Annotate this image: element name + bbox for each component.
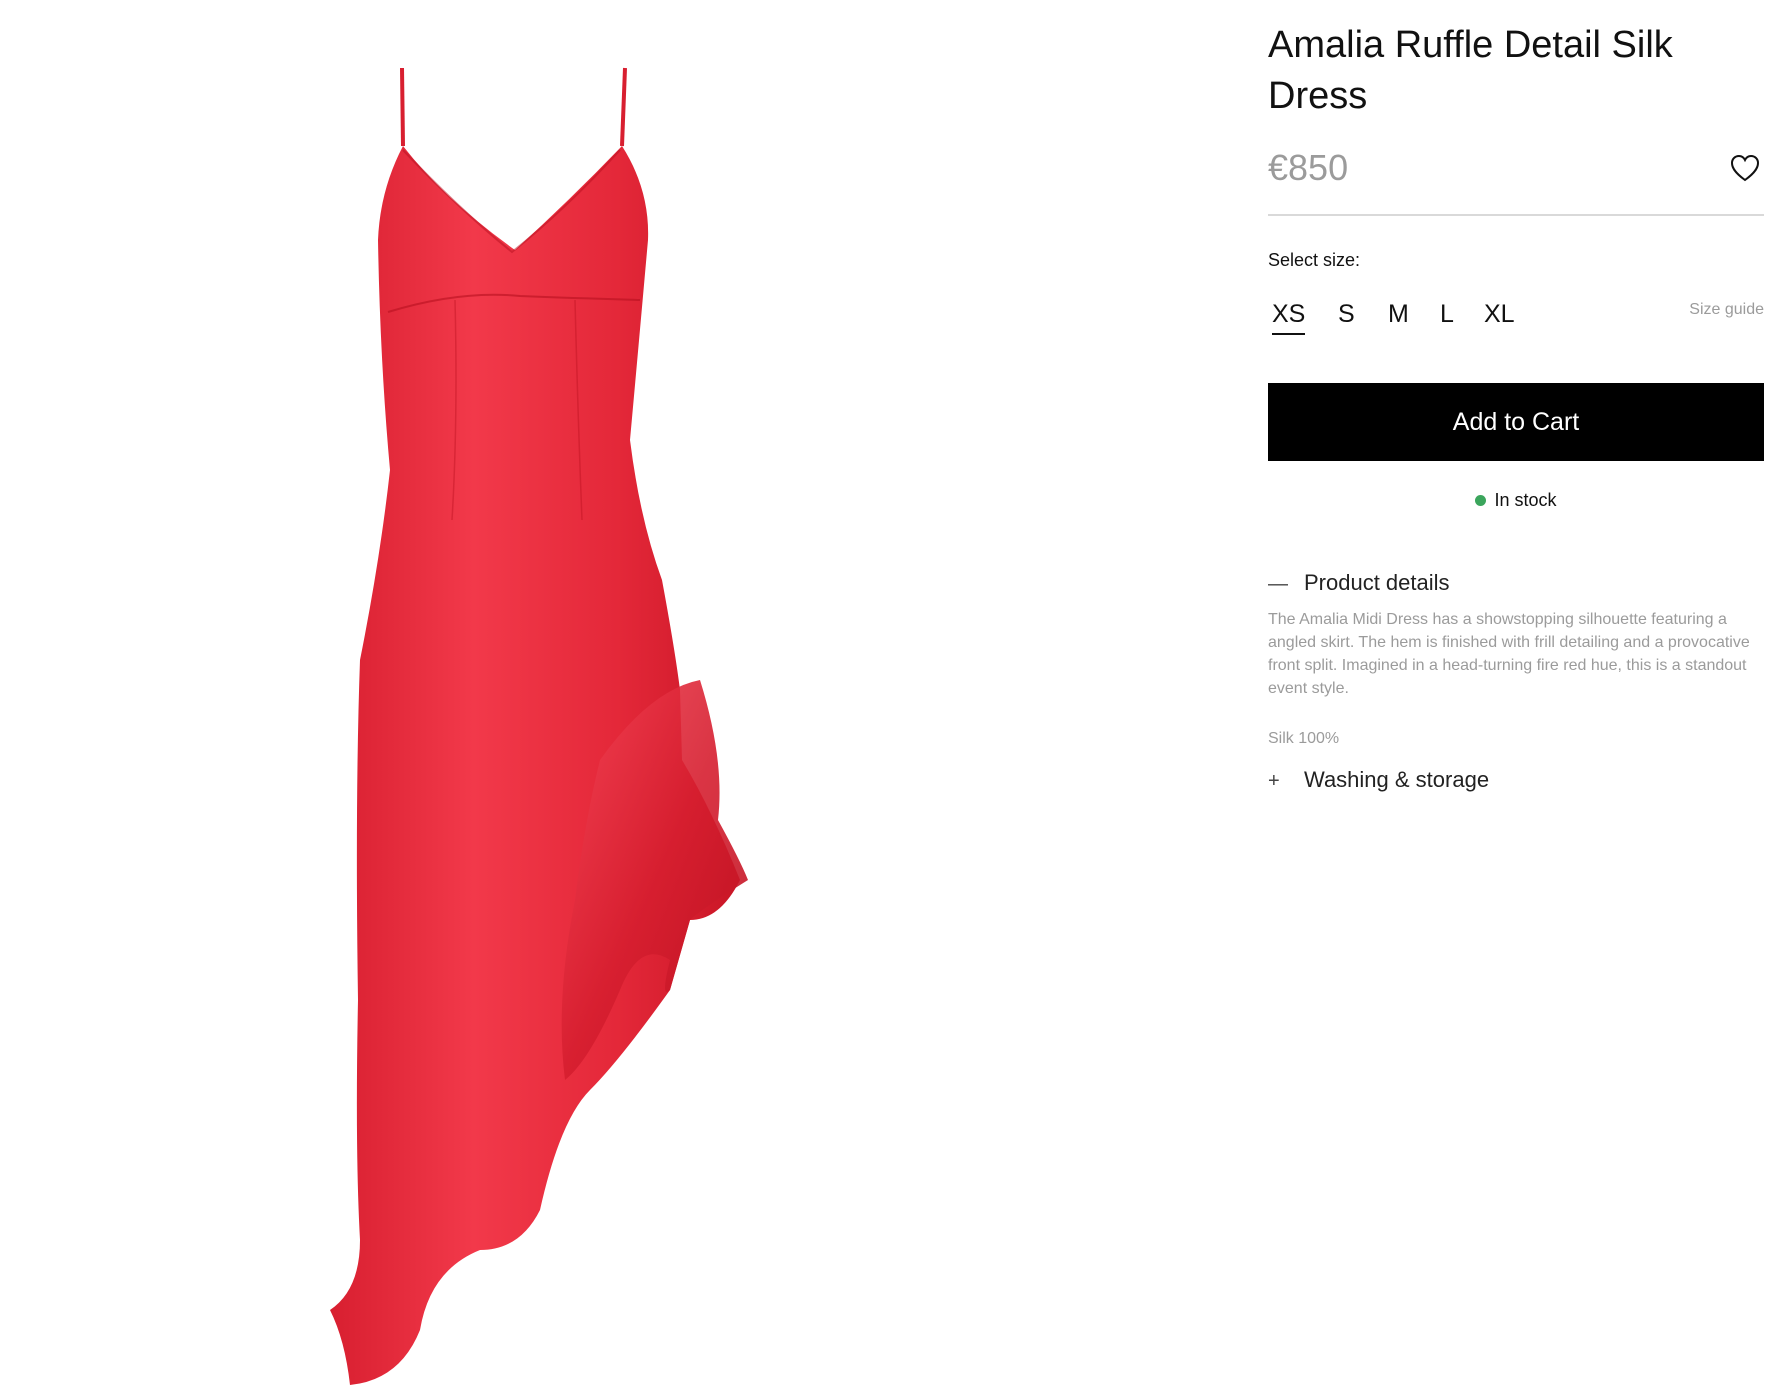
wishlist-button[interactable] [1730, 154, 1764, 184]
size-option-s[interactable]: S [1338, 300, 1355, 333]
product-price: €850 [1268, 147, 1349, 188]
size-option-xs[interactable]: XS [1272, 300, 1306, 335]
size-option-l[interactable]: L [1440, 300, 1454, 333]
product-image[interactable] [0, 0, 1180, 1393]
product-title: Amalia Ruffle Detail Silk Dress [1268, 24, 1673, 117]
product-material: Silk 100% [1268, 730, 1340, 747]
accordion-product-details-title: Product details [1304, 570, 1450, 595]
accordion-washing-storage-title: Washing & storage [1304, 767, 1490, 792]
expand-icon: + [1268, 770, 1280, 792]
stock-status: In stock [1268, 490, 1764, 511]
heart-outline-icon [1730, 154, 1760, 182]
stock-status-text: In stock [1494, 490, 1557, 510]
accordion-washing-storage[interactable]: + Washing & storage [1268, 767, 1489, 793]
size-guide-link[interactable]: Size guide [1689, 301, 1764, 319]
stock-indicator-dot [1475, 494, 1487, 506]
product-description: The Amalia Midi Dress has a showstopping… [1268, 611, 1750, 697]
select-size-label: Select size: [1268, 250, 1361, 270]
size-option-xl[interactable]: XL [1484, 300, 1515, 333]
accordion-product-details[interactable]: — Product details [1268, 570, 1450, 596]
add-to-cart-button[interactable]: Add to Cart [1268, 383, 1764, 461]
price-divider [1268, 214, 1764, 216]
collapse-icon: — [1268, 573, 1288, 595]
size-option-m[interactable]: M [1388, 300, 1409, 333]
product-gallery [0, 0, 1180, 1393]
